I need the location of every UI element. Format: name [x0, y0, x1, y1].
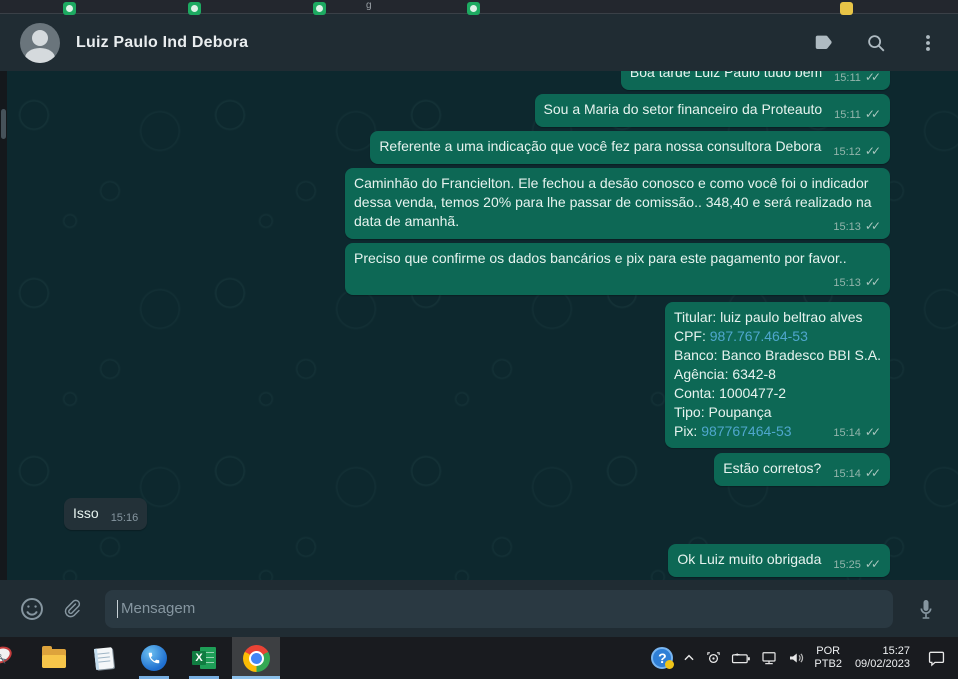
chat-area: Boa tarde Luiz Paulo tudo bem 15:11✓✓ Sou … [0, 71, 958, 580]
text-cursor [117, 600, 118, 618]
message-meta: 15:11✓✓ [834, 108, 881, 122]
yellow-tab-favicon[interactable] [840, 2, 853, 15]
read-receipt-icon: ✓✓ [865, 466, 881, 480]
read-receipt-icon: ✓✓ [865, 144, 881, 158]
input-placeholder: Mensagem [121, 600, 195, 617]
search-icon[interactable] [864, 31, 888, 55]
favicon-dot [66, 5, 73, 12]
read-receipt-icon: ✓✓ [865, 275, 881, 289]
avatar-person-icon [25, 48, 55, 63]
taskbar-notepad[interactable] [82, 637, 126, 679]
avatar-person-icon [32, 30, 48, 46]
message-bubble[interactable]: Sou a Maria do setor financeiro da Prote… [535, 94, 890, 127]
message-input[interactable]: Mensagem [105, 590, 893, 628]
message-meta: 15:13✓✓ [833, 276, 881, 290]
inline-link[interactable]: 987.767.464-53 [710, 328, 808, 344]
taskbar-file-explorer[interactable] [32, 637, 76, 679]
message-text: Ok Luiz muito obrigada [677, 551, 821, 567]
message-text: Preciso que confirme os dados bancários … [354, 250, 847, 266]
phone-app-icon [141, 645, 167, 671]
language-indicator[interactable]: POR PTB2 [814, 645, 842, 671]
tray-network-icon[interactable] [760, 650, 778, 666]
read-receipt-icon: ✓✓ [865, 557, 881, 571]
message-bubble[interactable]: Boa tarde Luiz Paulo tudo bem 15:11✓✓ [621, 71, 890, 90]
message-bubble[interactable]: Ok Luiz muito obrigada 15:25✓✓ [668, 544, 890, 577]
read-receipt-icon: ✓✓ [865, 425, 881, 439]
message-text: Estão corretos? [723, 460, 821, 476]
chrome-icon [243, 645, 270, 672]
browser-tab-strip: g [0, 0, 958, 14]
message-composer: Mensagem [0, 580, 958, 637]
message-bubble[interactable]: Caminhão do Francielton. Ele fechou a de… [345, 168, 890, 239]
chat-header: Luiz Paulo Ind Debora [0, 14, 958, 71]
message-text: Sou a Maria do setor financeiro da Prote… [544, 101, 823, 117]
tray-volume-icon[interactable] [787, 650, 805, 666]
message-text: Referente a uma indicação que você fez p… [379, 138, 821, 154]
message-list: Boa tarde Luiz Paulo tudo bem 15:11✓✓ Sou … [0, 71, 958, 580]
emoji-icon[interactable] [17, 594, 47, 624]
whatsapp-web-window: g Luiz Paulo Ind Debora Boa tarde Luiz P… [0, 0, 958, 679]
taskbar-excel[interactable]: X [182, 637, 226, 679]
favicon-dot [470, 5, 477, 12]
message-text: Isso [73, 505, 99, 521]
tray-battery-icon[interactable] [731, 651, 751, 665]
notification-dot [665, 660, 674, 669]
message-bubble[interactable]: Referente a uma indicação que você fez p… [370, 131, 890, 164]
favicon-dot [191, 5, 198, 12]
taskbar-clock[interactable]: 15:27 09/02/2023 [855, 645, 910, 671]
whatsapp-tab-favicon[interactable] [188, 2, 201, 15]
left-scrollbar-track[interactable] [0, 71, 7, 580]
message-meta: 15:14✓✓ [833, 426, 881, 440]
tray-help-icon[interactable]: ? [651, 647, 673, 669]
message-text: Boa tarde Luiz Paulo tudo bem [630, 71, 822, 80]
notepad-icon [94, 647, 114, 670]
whatsapp-tab-favicon[interactable] [63, 2, 76, 15]
label-icon[interactable] [812, 31, 836, 55]
scrollbar-thumb[interactable] [1, 109, 6, 139]
action-center-icon[interactable] [927, 650, 946, 667]
contact-name[interactable]: Luiz Paulo Ind Debora [76, 34, 812, 52]
system-tray: ? [651, 637, 958, 679]
tray-chevron-up-icon[interactable] [682, 651, 696, 665]
message-meta: 15:25✓✓ [833, 558, 881, 572]
taskbar-chrome[interactable] [232, 637, 280, 679]
inline-link[interactable]: 987767464-53 [701, 423, 791, 439]
mic-icon[interactable] [911, 594, 941, 624]
file-explorer-icon [42, 649, 66, 668]
message-bubble[interactable]: Preciso que confirme os dados bancários … [345, 243, 890, 295]
message-bubble[interactable]: Titular: luiz paulo beltrao alvesCPF: 98… [665, 302, 890, 448]
menu-kebab-icon[interactable] [916, 31, 940, 55]
message-meta: 15:16 [111, 512, 139, 525]
contact-avatar[interactable] [20, 23, 60, 63]
message-meta: 15:14✓✓ [833, 467, 881, 481]
message-meta: 15:11✓✓ [834, 71, 881, 85]
favicon-dot [316, 5, 323, 12]
attach-paperclip-icon[interactable] [57, 594, 87, 624]
message-bubble[interactable]: Isso 15:16 [64, 498, 147, 530]
read-receipt-icon: ✓✓ [865, 219, 881, 233]
read-receipt-icon: ✓✓ [865, 71, 881, 84]
message-bubble[interactable]: Estão corretos? 15:14✓✓ [714, 453, 890, 486]
whatsapp-tab-favicon[interactable] [467, 2, 480, 15]
message-text: Caminhão do Francielton. Ele fechou a de… [354, 175, 872, 229]
taskbar-phone-app[interactable] [132, 637, 176, 679]
excel-icon: X [192, 647, 216, 669]
whatsapp-tab-favicon[interactable] [313, 2, 326, 15]
read-receipt-icon: ✓✓ [865, 107, 881, 121]
message-meta: 15:13✓✓ [833, 220, 881, 234]
windows-taskbar: ✂ X [0, 637, 958, 679]
taskbar-snipping-tool[interactable]: ✂ [0, 637, 20, 679]
tray-camera-icon[interactable] [705, 650, 722, 667]
message-meta: 15:12✓✓ [833, 145, 881, 159]
partial-tab-title: g [366, 0, 372, 11]
